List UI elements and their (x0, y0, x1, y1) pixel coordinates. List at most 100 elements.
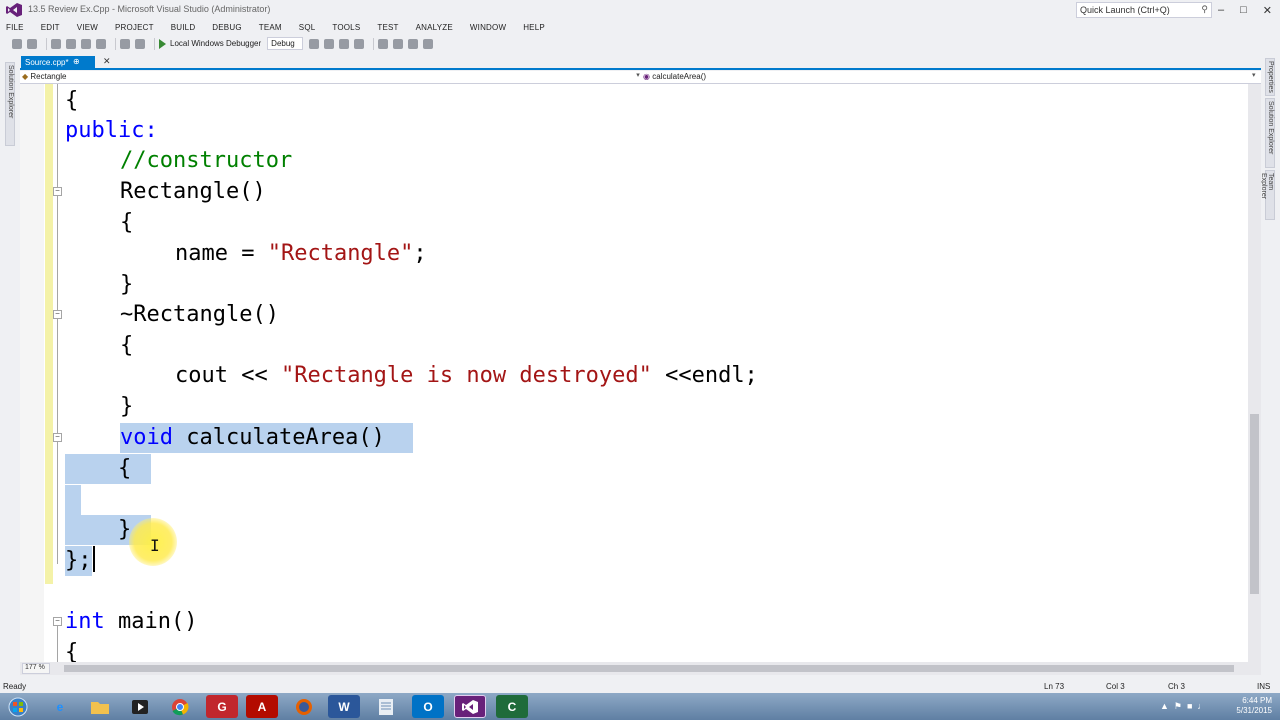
open-file-icon[interactable] (66, 38, 76, 49)
code-line: { (65, 638, 78, 662)
side-tab-properties[interactable]: Properties (1265, 58, 1275, 96)
code-token: { (120, 333, 134, 358)
menu-debug[interactable]: DEBUG (212, 23, 241, 32)
status-char: Ch 3 (1168, 682, 1185, 691)
menu-analyze[interactable]: ANALYZE (416, 23, 453, 32)
system-tray-icons[interactable]: ▲⚑■♩ (1160, 701, 1211, 712)
menu-team[interactable]: TEAM (259, 23, 282, 32)
scope-dropdown[interactable]: ◆ Rectangle (22, 72, 640, 83)
status-line: Ln 73 (1044, 682, 1065, 691)
start-button-icon[interactable] (2, 695, 34, 718)
redo-icon[interactable] (135, 38, 145, 49)
acrobat-icon[interactable]: A (246, 695, 278, 718)
menu-view[interactable]: VIEW (77, 23, 98, 32)
side-tab-solution-explorer[interactable]: Solution Explorer (5, 62, 15, 146)
menu-test[interactable]: TEST (377, 23, 398, 32)
menu-window[interactable]: WINDOW (470, 23, 506, 32)
notepad-icon[interactable] (370, 695, 402, 718)
collapse-main-icon[interactable]: − (53, 617, 62, 626)
minimize-icon[interactable]: – (1218, 4, 1224, 16)
member-label: calculateArea() (652, 72, 707, 81)
visual-studio-taskbar-icon[interactable] (454, 695, 486, 718)
chevron-down-icon[interactable]: ▾ (1252, 71, 1256, 79)
code-editor[interactable]: − − − − { public: //constructor Rectangl… (20, 84, 1248, 662)
outline-line (57, 626, 58, 662)
find-icon[interactable] (309, 38, 320, 49)
zoom-level-select[interactable]: 177 % (22, 663, 50, 674)
back-icon[interactable] (12, 38, 22, 49)
uncomment-icon[interactable] (354, 38, 365, 49)
forward-icon[interactable] (27, 38, 37, 49)
collapse-destructor-icon[interactable]: − (53, 310, 62, 319)
chevron-down-icon[interactable]: ▾ (634, 71, 642, 84)
save-all-icon[interactable] (96, 38, 106, 49)
debugger-button[interactable]: Local Windows Debugger (170, 39, 261, 48)
vertical-scrollbar[interactable] (1248, 84, 1261, 662)
code-keyword: int (65, 609, 105, 634)
horizontal-scroll-thumb[interactable] (64, 665, 1234, 672)
status-column: Col 3 (1106, 682, 1125, 691)
toolbar-options-icon[interactable] (423, 38, 434, 49)
chrome-icon[interactable] (164, 695, 196, 718)
toolbar-separator (373, 37, 375, 50)
code-line: name = "Rectangle"; (175, 239, 427, 269)
menu-edit[interactable]: EDIT (41, 23, 60, 32)
outdent-icon[interactable] (393, 38, 404, 49)
class-icon: ◆ (22, 72, 29, 81)
side-tab-team-explorer[interactable]: Team Explorer (1260, 170, 1275, 220)
code-line: } (120, 392, 133, 422)
clock-date: 5/31/2015 (1236, 706, 1272, 715)
menu-help[interactable]: HELP (523, 23, 545, 32)
close-tab-icon[interactable]: ✕ (103, 56, 111, 67)
search-icon[interactable]: ⚲ (1201, 4, 1208, 15)
collapse-constructor-icon[interactable]: − (53, 187, 62, 196)
windows-taskbar: e G A W O C ▲⚑■♩ 6:44 PM 5/31/2015 (0, 693, 1280, 720)
quick-launch-input[interactable]: Quick Launch (Ctrl+Q) ⚲ (1076, 2, 1212, 18)
indent-icon[interactable] (378, 38, 389, 49)
code-line: public: (65, 116, 158, 146)
new-project-icon[interactable] (51, 38, 61, 49)
vertical-scroll-thumb[interactable] (1250, 414, 1259, 594)
menu-sql[interactable]: SQL (299, 23, 316, 32)
side-tab-solution-explorer-right[interactable]: Solution Explorer (1265, 98, 1275, 168)
undo-icon[interactable] (120, 38, 130, 49)
code-token: cout << (175, 363, 281, 388)
solution-configuration-select[interactable]: Debug (267, 37, 304, 50)
outline-line (57, 84, 58, 564)
selected-code-line (65, 485, 81, 515)
system-clock[interactable]: 6:44 PM 5/31/2015 (1236, 696, 1272, 716)
bookmark-icon[interactable] (324, 38, 335, 49)
word-icon[interactable]: W (328, 695, 360, 718)
code-text[interactable]: { public: //constructor Rectangle() { na… (65, 84, 758, 662)
code-token: public: (65, 118, 158, 143)
save-icon[interactable] (81, 38, 91, 49)
indicator-margin[interactable] (20, 84, 44, 662)
firefox-icon[interactable] (288, 695, 320, 718)
camtasia-icon[interactable]: C (496, 695, 528, 718)
close-icon[interactable]: ✕ (1263, 4, 1272, 17)
media-player-icon[interactable] (124, 695, 156, 718)
pin-icon[interactable]: ⊕ (73, 57, 80, 66)
code-token: { (65, 88, 79, 113)
code-line: //constructor (120, 146, 292, 176)
comment-icon[interactable] (339, 38, 350, 49)
code-token: ~Rectangle() (120, 302, 279, 327)
collapse-method-icon[interactable]: − (53, 433, 62, 442)
internet-explorer-icon[interactable]: e (44, 695, 76, 718)
maximize-icon[interactable]: □ (1240, 4, 1247, 16)
code-line: { (120, 208, 133, 238)
breakpoint-icon[interactable] (408, 38, 419, 49)
start-debugging-icon[interactable] (159, 38, 166, 49)
standard-toolbar: Local Windows Debugger Debug (0, 35, 1280, 52)
menu-file[interactable]: FILE (6, 23, 24, 32)
left-tool-strip: Solution Explorer (0, 56, 20, 678)
menu-build[interactable]: BUILD (171, 23, 196, 32)
file-explorer-icon[interactable] (84, 695, 116, 718)
menu-project[interactable]: PROJECT (115, 23, 154, 32)
member-dropdown[interactable]: ◉ calculateArea() (643, 72, 1243, 81)
app-icon[interactable]: G (206, 695, 238, 718)
tab-source-cpp[interactable]: Source.cpp* ⊕ (21, 56, 95, 69)
menu-tools[interactable]: TOOLS (332, 23, 360, 32)
horizontal-scrollbar[interactable]: 177 % (20, 662, 1261, 675)
outlook-icon[interactable]: O (412, 695, 444, 718)
